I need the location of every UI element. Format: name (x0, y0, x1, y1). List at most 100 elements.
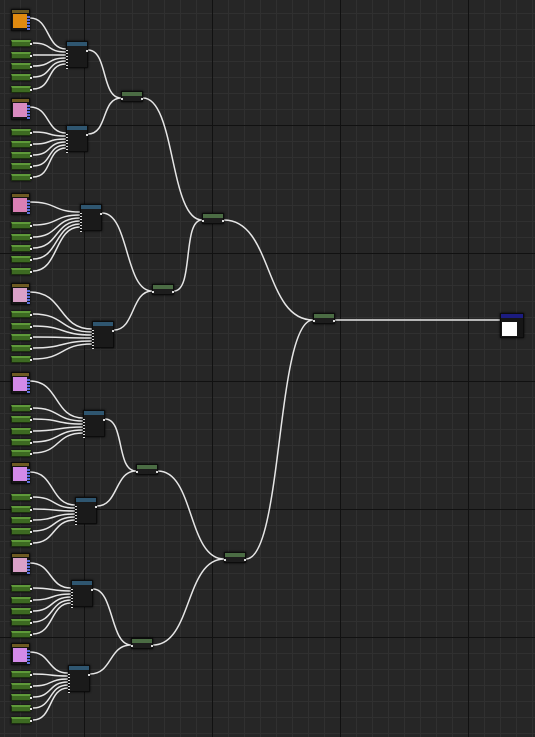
parameter-output-pin[interactable] (30, 431, 32, 433)
color-output-pin[interactable] (27, 105, 30, 107)
color-output-pin[interactable] (27, 117, 30, 119)
group-output-pin[interactable] (86, 50, 88, 52)
group-input-pin[interactable] (80, 219, 82, 220)
parameter-output-pin[interactable] (30, 509, 32, 511)
color-output-pin[interactable] (27, 569, 30, 571)
color-output-pin[interactable] (27, 472, 30, 474)
parameter-output-pin[interactable] (30, 132, 32, 134)
group-input-pin[interactable] (92, 339, 94, 340)
group-input-pin[interactable] (66, 152, 68, 153)
group-node[interactable] (68, 665, 90, 693)
parameter-node[interactable] (11, 311, 32, 318)
parameter-output-pin[interactable] (30, 720, 32, 722)
group-node[interactable] (66, 41, 88, 69)
parameter-output-pin[interactable] (30, 77, 32, 79)
parameter-node[interactable] (11, 631, 32, 638)
group-input-pin[interactable] (66, 134, 68, 135)
group-input-pin[interactable] (92, 333, 94, 334)
group-input-pin[interactable] (75, 509, 77, 510)
color-output-pin[interactable] (27, 560, 30, 562)
group-input-pin[interactable] (71, 607, 73, 608)
output-node[interactable] (500, 313, 524, 338)
group-output-pin[interactable] (100, 213, 102, 215)
group-input-pin[interactable] (68, 680, 70, 681)
parameter-output-pin[interactable] (30, 686, 32, 688)
parameter-node[interactable] (11, 597, 32, 604)
parameter-output-pin[interactable] (30, 271, 32, 273)
group-input-pin[interactable] (66, 149, 68, 150)
parameter-node[interactable] (11, 717, 32, 724)
color-output-pin[interactable] (27, 659, 30, 661)
merge-node[interactable] (121, 91, 143, 102)
color-node[interactable] (11, 193, 30, 215)
group-node[interactable] (75, 497, 97, 525)
parameter-output-pin[interactable] (30, 543, 32, 545)
group-input-pin[interactable] (68, 683, 70, 684)
color-output-pin[interactable] (27, 662, 30, 664)
group-input-pin[interactable] (83, 428, 85, 429)
parameter-output-pin[interactable] (30, 55, 32, 57)
group-input-pin[interactable] (71, 598, 73, 599)
group-input-pin[interactable] (92, 336, 94, 337)
merge-output-pin[interactable] (333, 320, 335, 322)
parameter-node[interactable] (11, 222, 32, 229)
group-input-pin[interactable] (83, 431, 85, 432)
parameter-node[interactable] (11, 683, 32, 690)
color-output-pin[interactable] (27, 656, 30, 658)
group-input-pin[interactable] (66, 137, 68, 138)
color-output-pin[interactable] (27, 385, 30, 387)
color-node[interactable] (11, 372, 30, 394)
color-output-pin[interactable] (27, 108, 30, 110)
group-input-pin[interactable] (66, 59, 68, 60)
group-input-pin[interactable] (92, 348, 94, 349)
group-input-pin[interactable] (92, 342, 94, 343)
group-input-pin[interactable] (68, 686, 70, 687)
color-output-pin[interactable] (27, 296, 30, 298)
parameter-node[interactable] (11, 86, 32, 93)
merge-node[interactable] (202, 213, 224, 224)
parameter-output-pin[interactable] (30, 600, 32, 602)
group-input-pin[interactable] (75, 518, 77, 519)
parameter-node[interactable] (11, 506, 32, 513)
color-output-pin[interactable] (27, 299, 30, 301)
group-input-pin[interactable] (80, 213, 82, 214)
group-input-pin[interactable] (83, 434, 85, 435)
parameter-node[interactable] (11, 439, 32, 446)
parameter-node[interactable] (11, 356, 32, 363)
color-output-pin[interactable] (27, 200, 30, 202)
group-input-pin[interactable] (71, 589, 73, 590)
group-input-pin[interactable] (68, 674, 70, 675)
parameter-output-pin[interactable] (30, 348, 32, 350)
merge-input-pin[interactable] (224, 559, 226, 561)
group-output-pin[interactable] (91, 589, 93, 591)
parameter-output-pin[interactable] (30, 166, 32, 168)
group-input-pin[interactable] (83, 422, 85, 423)
group-input-pin[interactable] (66, 68, 68, 69)
parameter-node[interactable] (11, 334, 32, 341)
parameter-output-pin[interactable] (30, 674, 32, 676)
color-node[interactable] (11, 643, 30, 665)
group-input-pin[interactable] (68, 692, 70, 693)
group-input-pin[interactable] (66, 50, 68, 51)
group-input-pin[interactable] (80, 222, 82, 223)
merge-input-pin[interactable] (202, 220, 204, 222)
parameter-output-pin[interactable] (30, 259, 32, 261)
color-output-pin[interactable] (27, 379, 30, 381)
group-input-pin[interactable] (83, 437, 85, 438)
color-node[interactable] (11, 283, 30, 305)
parameter-node[interactable] (11, 141, 32, 148)
parameter-output-pin[interactable] (30, 408, 32, 410)
color-output-pin[interactable] (27, 206, 30, 208)
parameter-node[interactable] (11, 619, 32, 626)
merge-input-pin[interactable] (121, 98, 123, 100)
group-input-pin[interactable] (71, 601, 73, 602)
merge-node[interactable] (152, 284, 174, 295)
parameter-output-pin[interactable] (30, 89, 32, 91)
color-output-pin[interactable] (27, 25, 30, 27)
group-input-pin[interactable] (66, 53, 68, 54)
parameter-node[interactable] (11, 428, 32, 435)
color-output-pin[interactable] (27, 478, 30, 480)
parameter-node[interactable] (11, 517, 32, 524)
merge-node[interactable] (136, 464, 158, 475)
parameter-node[interactable] (11, 268, 32, 275)
